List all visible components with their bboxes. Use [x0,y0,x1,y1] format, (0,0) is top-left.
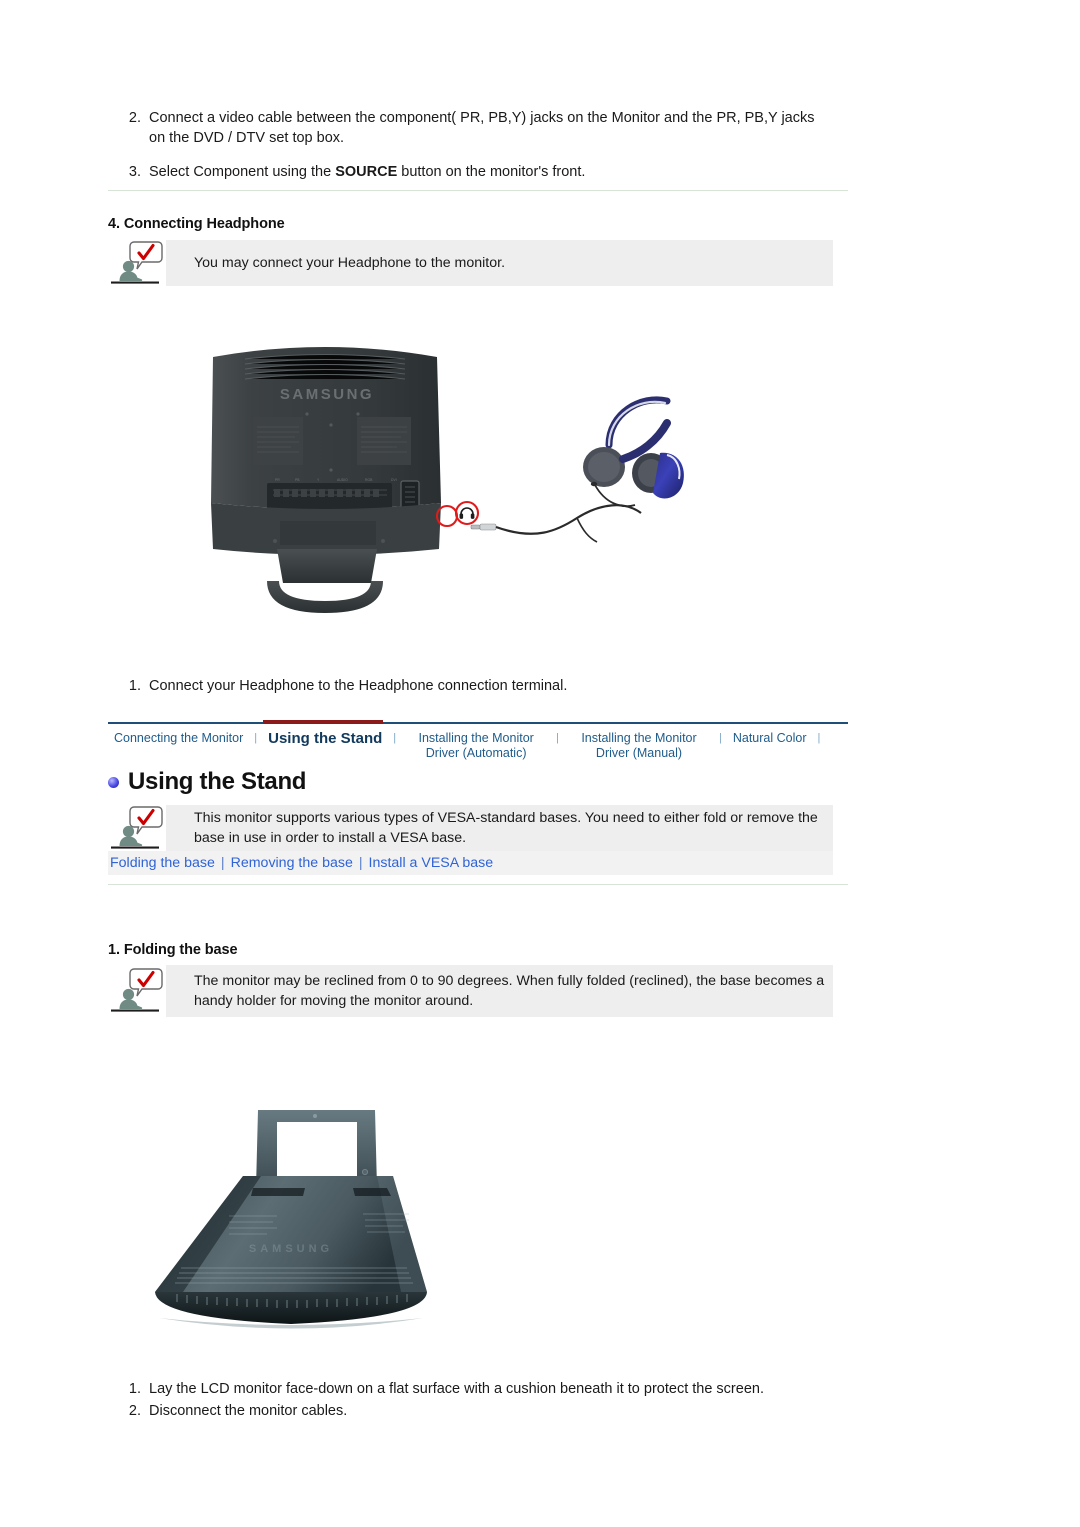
svg-text:PR: PR [275,478,280,482]
monitor-brand-label: SAMSUNG [280,386,374,403]
stand-note: This monitor supports various types of V… [108,805,833,851]
tab-separator: | [817,732,821,744]
active-tab-underline [263,720,383,724]
link-removing-the-base[interactable]: Removing the base [231,855,353,871]
step-text: Connect your Headphone to the Headphone … [149,678,568,694]
blue-sphere-bullet-icon [108,776,119,788]
section-divider [108,190,848,191]
folded-base-photo: SAMSUNG [125,1092,545,1340]
person-with-checkmark-bubble-icon [111,241,163,284]
person-with-checkmark-bubble-icon [111,968,163,1012]
monitor-headphone-illustration: SAMSUNG PR PB Y AUDIO RGB DVI [211,347,684,613]
svg-text:DVI: DVI [391,478,397,482]
note-text: The monitor may be reclined from 0 to 90… [194,973,825,1009]
svg-text:AUDIO: AUDIO [337,478,348,482]
tab-separator: | [719,732,722,744]
document-page: 2. Connect a video cable between the com… [0,0,1080,1527]
step-text-post: button on the monitor's front. [397,164,586,180]
svg-text:SAMSUNG: SAMSUNG [249,1243,333,1255]
note-icon-slot [108,240,166,286]
step-text: Select Component using the SOURCE button… [149,162,823,182]
folding-note: The monitor may be reclined from 0 to 90… [108,965,833,1017]
note-box: This monitor supports various types of V… [166,805,833,851]
tab-separator: | [393,732,397,744]
tab-separator: | [254,732,258,744]
note-text: This monitor supports various types of V… [194,810,818,846]
svg-text:PB: PB [295,478,300,482]
headphone-steps-list: 1. Connect your Headphone to the Headpho… [123,676,823,710]
section-divider [108,884,848,885]
link-install-a-vesa-base[interactable]: Install a VESA base [369,855,494,871]
step-number: 3. [128,164,141,180]
list-item: 1. Lay the LCD monitor face-down on a fl… [123,1379,863,1399]
section-tabbar: Connecting the Monitor | Using the Stand… [108,720,848,761]
list-item: 2. Connect a video cable between the com… [123,108,823,148]
link-separator: | [220,855,225,871]
step-text: Disconnect the monitor cables. [149,1403,348,1419]
page-title: Using the Stand [108,768,306,796]
list-item: 1. Connect your Headphone to the Headpho… [123,676,823,696]
link-folding-the-base[interactable]: Folding the base [110,855,215,871]
monitor-headphone-photo: SAMSUNG PR PB Y AUDIO RGB DVI [205,335,695,620]
step-number: 2. [128,1403,141,1419]
link-separator: | [358,855,363,871]
tab-connecting-the-monitor[interactable]: Connecting the Monitor [108,731,249,746]
folding-steps-list: 1. Lay the LCD monitor face-down on a fl… [123,1379,863,1435]
step-text: Connect a video cable between the compon… [149,110,815,146]
tab-using-the-stand[interactable]: Using the Stand [262,731,388,746]
page-title-text: Using the Stand [128,768,307,795]
note-box: You may connect your Headphone to the mo… [166,240,833,286]
list-item: 2. Disconnect the monitor cables. [123,1401,863,1421]
step-number: 1. [128,678,141,694]
step-text-pre: Select Component using the [149,164,336,180]
note-icon-slot [108,965,166,1017]
svg-text:RGB: RGB [365,478,373,482]
step-number: 1. [128,1381,141,1397]
headphone-note: You may connect your Headphone to the mo… [108,240,833,286]
folded-base-illustration: SAMSUNG [155,1110,427,1329]
tab-installing-the-monitor-driver-automatic[interactable]: Installing the Monitor Driver (Automatic… [401,731,551,761]
tab-natural-color[interactable]: Natural Color [727,731,813,746]
tab-row: Connecting the Monitor | Using the Stand… [108,724,848,761]
tab-installing-the-monitor-driver-manual[interactable]: Installing the Monitor Driver (Manual) [564,731,714,761]
note-icon-slot [108,805,166,851]
source-button-emphasis: SOURCE [335,164,398,180]
note-text: You may connect your Headphone to the mo… [194,255,506,271]
list-item: 3. Select Component using the SOURCE but… [123,162,823,182]
headphone-section-heading: 4. Connecting Headphone [108,216,285,232]
component-steps-list: 2. Connect a video cable between the com… [123,108,823,196]
note-box: The monitor may be reclined from 0 to 90… [166,965,833,1017]
stand-sublinks: Folding the base | Removing the base | I… [108,851,833,875]
tab-separator: | [556,732,559,744]
person-with-checkmark-bubble-icon [111,806,163,849]
folding-section-heading: 1. Folding the base [108,942,238,958]
step-text: Lay the LCD monitor face-down on a flat … [149,1381,764,1397]
step-number: 2. [128,110,141,126]
